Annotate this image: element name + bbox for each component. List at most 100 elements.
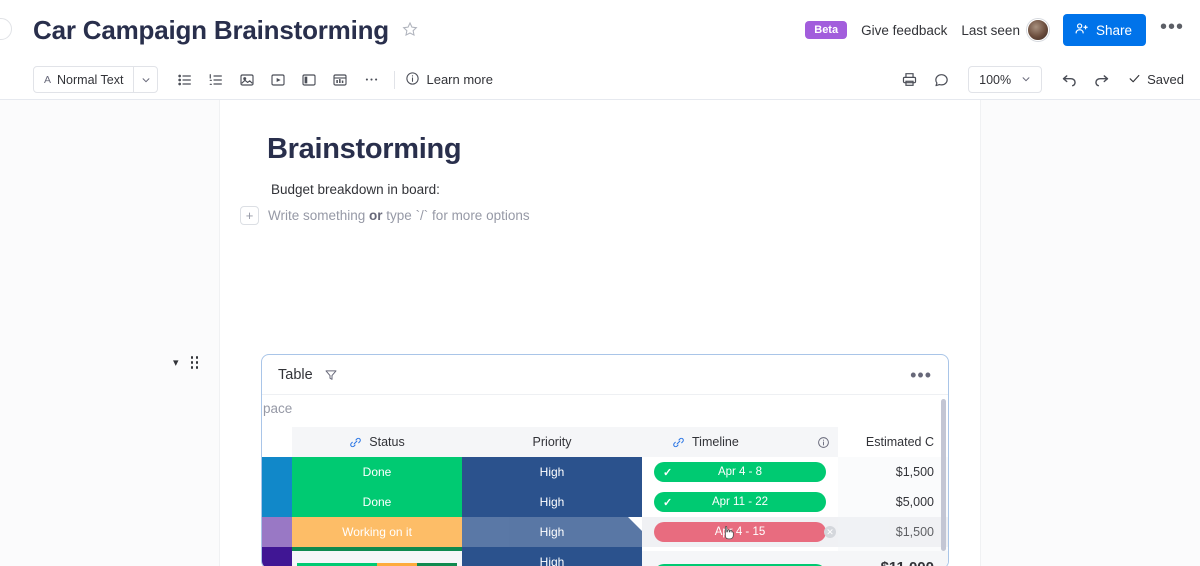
text-style-value: Normal Text	[57, 73, 123, 87]
board-table-scroll: Status Priority	[262, 427, 949, 566]
image-icon[interactable]	[234, 67, 260, 93]
column-header-timeline-label: Timeline	[692, 435, 739, 449]
comment-bubble-icon[interactable]	[928, 67, 954, 93]
app-header: Car Campaign Brainstorming Beta Give fee…	[0, 0, 1200, 60]
empty-block-row: + Write something or type `/` for more o…	[240, 206, 980, 225]
redo-arrow-icon[interactable]	[1088, 67, 1114, 93]
cell-timeline[interactable]: ✓ Apr 11 - 22	[642, 487, 838, 517]
share-button-label: Share	[1096, 23, 1132, 38]
info-circle-icon[interactable]	[817, 436, 830, 449]
cell-priority[interactable]: High	[462, 517, 642, 547]
collapse-caret-icon[interactable]: ▾	[173, 356, 179, 369]
column-header-cost-label: Estimated C	[866, 435, 934, 449]
table-row[interactable]: Done High ✓ Apr 11 - 22	[262, 487, 949, 517]
avatar[interactable]	[1027, 19, 1049, 41]
cell-priority[interactable]: High	[462, 487, 642, 517]
remove-timeline-icon[interactable]: ✕	[824, 526, 836, 538]
board-more-options-icon[interactable]: •••	[910, 371, 932, 379]
timeline-pill[interactable]: Apr 4 - 15	[654, 522, 826, 542]
document-page: Brainstorming Budget breakdown in board:…	[220, 100, 980, 566]
header-more-options-icon[interactable]: •••	[1160, 22, 1184, 38]
bulleted-list-icon[interactable]	[172, 67, 198, 93]
timeline-pill[interactable]: ✓ Apr 4 - 8	[654, 462, 826, 482]
layout-columns-icon[interactable]	[296, 67, 322, 93]
summary-timeline-cell[interactable]: Apr 4 - May 25	[642, 551, 838, 566]
column-header-priority[interactable]: Priority	[462, 427, 642, 457]
row-color-strip	[262, 457, 292, 487]
text-style-prefix-icon: A	[44, 74, 51, 86]
table-row[interactable]: Done High ✓ Apr 4 - 8	[262, 457, 949, 487]
row-color-strip-fill	[262, 487, 292, 517]
last-seen-label: Last seen	[961, 23, 1020, 38]
text-style-select[interactable]: A Normal Text	[33, 66, 158, 93]
document-heading: Brainstorming	[267, 133, 980, 166]
cost-value: $1,500	[838, 517, 949, 547]
board-vertical-scrollbar[interactable]	[941, 399, 946, 551]
document-paragraph: Budget breakdown in board:	[271, 182, 980, 197]
priority-chip: High	[462, 457, 642, 487]
drag-corner-fold-icon	[628, 517, 642, 531]
printer-icon[interactable]	[896, 67, 922, 93]
priority-chip-label: High	[540, 525, 565, 539]
cell-cost[interactable]: $1,500	[838, 457, 949, 487]
board-view-title[interactable]: Table	[278, 367, 313, 383]
add-block-button[interactable]: +	[240, 206, 259, 225]
placeholder-suffix: type `/` for more options	[383, 208, 530, 223]
give-feedback-link[interactable]: Give feedback	[861, 23, 947, 38]
cell-priority[interactable]: High	[462, 457, 642, 487]
timeline-pill[interactable]: ✓ Apr 11 - 22	[654, 492, 826, 512]
cell-cost[interactable]: $1,500	[838, 517, 949, 547]
embedded-board-widget: Table ••• pace	[261, 354, 949, 566]
chevron-down-icon	[1021, 73, 1031, 87]
cell-status[interactable]: Done	[292, 457, 462, 487]
collapsed-nav-stub[interactable]	[0, 18, 12, 40]
row-color-strip	[262, 517, 292, 547]
filter-funnel-icon[interactable]	[324, 368, 338, 382]
cell-timeline[interactable]: ✓ Apr 4 - 8	[642, 457, 838, 487]
summary-status-cell[interactable]	[292, 551, 462, 566]
video-icon[interactable]	[265, 67, 291, 93]
row-color-strip-fill	[262, 517, 292, 547]
block-placeholder[interactable]: Write something or type `/` for more opt…	[268, 208, 530, 223]
cell-timeline[interactable]: Apr 4 - 15 ✕	[642, 517, 838, 547]
summary-table: Apr 4 - May 25 $11,000 sum	[262, 551, 949, 566]
favorite-star-icon[interactable]	[402, 21, 418, 40]
placeholder-bold: or	[369, 208, 383, 223]
numbered-list-icon[interactable]	[203, 67, 229, 93]
header-actions: Beta Give feedback Last seen Share •••	[805, 14, 1200, 46]
learn-more-link[interactable]: Learn more	[405, 71, 492, 89]
undo-arrow-icon[interactable]	[1056, 67, 1082, 93]
document-canvas: ▾ Brainstorming Budget breakdown in boar…	[0, 100, 1200, 566]
column-header-status[interactable]: Status	[292, 427, 462, 457]
toolbar-divider	[394, 71, 395, 89]
summary-priority-cell	[462, 551, 642, 566]
placeholder-prefix: Write something	[268, 208, 369, 223]
timeline-status-mark: ✓	[663, 466, 672, 479]
last-seen-group[interactable]: Last seen	[961, 19, 1049, 41]
summary-cost-cell: $11,000 sum	[838, 551, 949, 566]
column-header-cost[interactable]: Estimated C	[838, 427, 949, 457]
zoom-level-select[interactable]: 100%	[968, 66, 1042, 93]
chevron-down-icon[interactable]	[133, 67, 157, 92]
column-header-priority-label: Priority	[533, 435, 572, 449]
board-widget-icon[interactable]	[327, 67, 353, 93]
table-row[interactable]: Working on it High	[262, 517, 949, 547]
table-body: Done High ✓ Apr 4 - 8	[262, 457, 949, 566]
cell-status[interactable]: Done	[292, 487, 462, 517]
status-chip: Done	[292, 457, 462, 487]
board-summary-row: Apr 4 - May 25 $11,000 sum	[262, 551, 949, 566]
link-icon	[672, 436, 685, 449]
drag-handle-icon[interactable]	[191, 356, 200, 369]
cell-status[interactable]: Working on it	[292, 517, 462, 547]
toolbar-right-group: 100% Saved	[896, 66, 1200, 93]
more-options-icon[interactable]	[358, 67, 384, 93]
priority-chip: High	[462, 517, 642, 547]
row-color-strip-fill	[262, 457, 292, 487]
board-header: Table •••	[262, 355, 948, 395]
zoom-level-value: 100%	[979, 73, 1011, 87]
share-button[interactable]: Share	[1063, 14, 1146, 46]
column-header-timeline[interactable]: Timeline	[642, 427, 838, 457]
status-chip: Done	[292, 487, 462, 517]
board-table: Status Priority	[262, 427, 949, 566]
cell-cost[interactable]: $5,000	[838, 487, 949, 517]
